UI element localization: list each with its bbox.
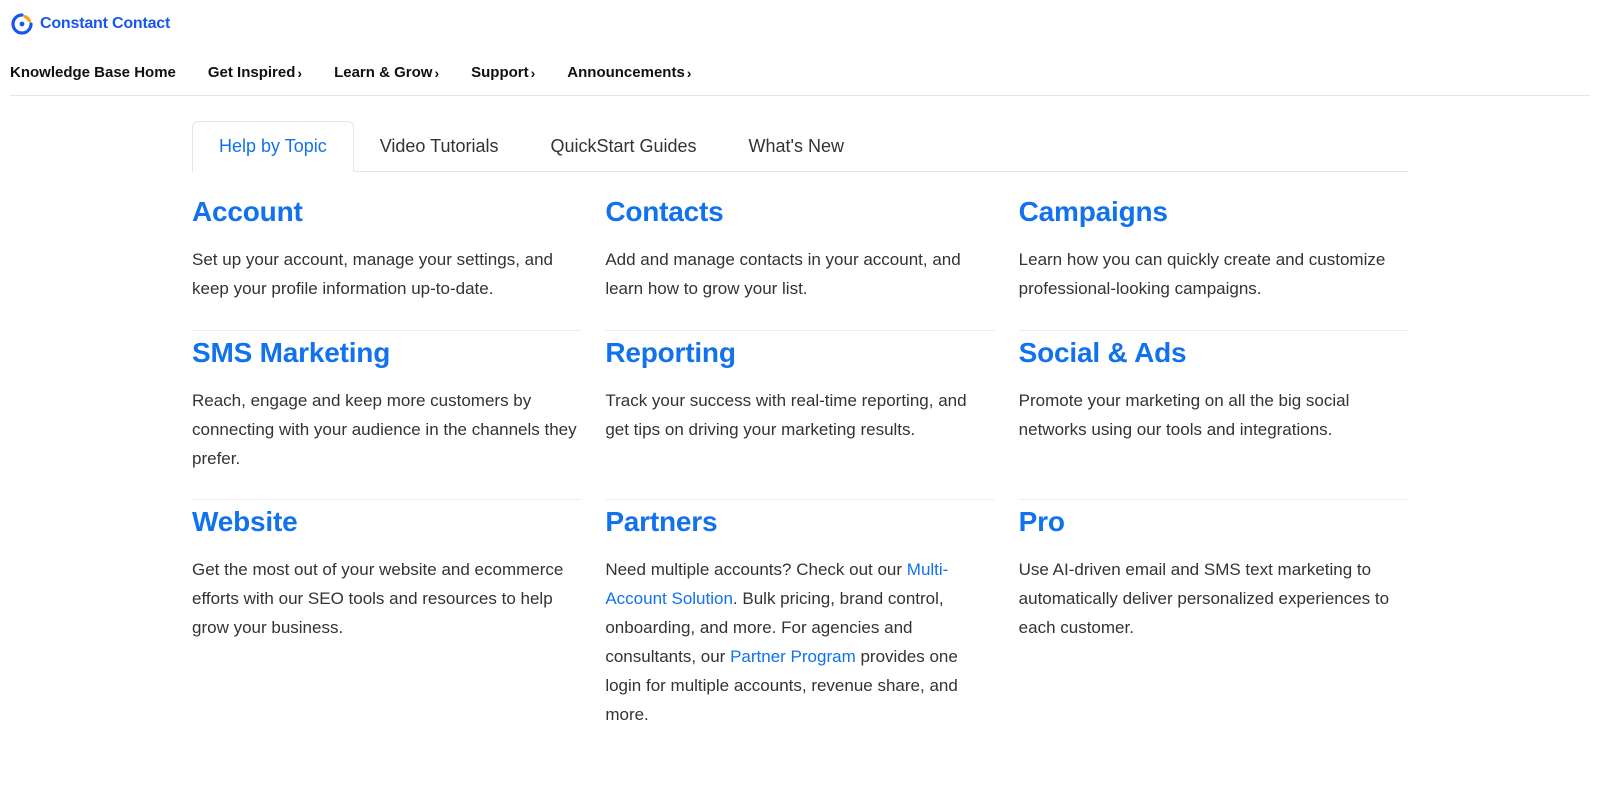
nav-label: Knowledge Base Home bbox=[10, 64, 176, 81]
topic-title[interactable]: SMS Marketing bbox=[192, 337, 581, 369]
content-tabs: Help by Topic Video Tutorials QuickStart… bbox=[192, 120, 1408, 172]
brand-logo[interactable]: Constant Contact bbox=[10, 12, 1590, 36]
topic-description: Use AI-driven email and SMS text marketi… bbox=[1019, 556, 1408, 643]
tab-video-tutorials[interactable]: Video Tutorials bbox=[354, 122, 525, 171]
nav-announcements[interactable]: Announcements › bbox=[567, 64, 691, 81]
topic-campaigns: Campaigns Learn how you can quickly crea… bbox=[1019, 190, 1408, 331]
tab-label: Video Tutorials bbox=[380, 136, 499, 156]
nav-get-inspired[interactable]: Get Inspired › bbox=[208, 64, 302, 81]
topic-pro: Pro Use AI-driven email and SMS text mar… bbox=[1019, 500, 1408, 755]
topic-account: Account Set up your account, manage your… bbox=[192, 190, 581, 331]
topic-description: Set up your account, manage your setting… bbox=[192, 246, 581, 304]
topic-description: Learn how you can quickly create and cus… bbox=[1019, 246, 1408, 304]
chevron-right-icon: › bbox=[687, 65, 692, 81]
topic-title[interactable]: Contacts bbox=[605, 196, 994, 228]
nav-label: Support bbox=[471, 64, 529, 81]
topic-description: Track your success with real-time report… bbox=[605, 387, 994, 445]
topic-sms-marketing: SMS Marketing Reach, engage and keep mor… bbox=[192, 331, 581, 501]
header: Constant Contact Knowledge Base Home Get… bbox=[0, 0, 1600, 106]
topic-description: Get the most out of your website and eco… bbox=[192, 556, 581, 643]
nav-label: Announcements bbox=[567, 64, 685, 81]
tab-quickstart-guides[interactable]: QuickStart Guides bbox=[524, 122, 722, 171]
topic-title[interactable]: Reporting bbox=[605, 337, 994, 369]
topic-website: Website Get the most out of your website… bbox=[192, 500, 581, 755]
topic-description: Promote your marketing on all the big so… bbox=[1019, 387, 1408, 445]
topic-title[interactable]: Account bbox=[192, 196, 581, 228]
brand-name: Constant Contact bbox=[40, 15, 170, 33]
link-partner-program[interactable]: Partner Program bbox=[730, 647, 856, 666]
nav-label: Learn & Grow bbox=[334, 64, 432, 81]
topic-description: Add and manage contacts in your account,… bbox=[605, 246, 994, 304]
topic-partners: Partners Need multiple accounts? Check o… bbox=[605, 500, 994, 755]
chevron-right-icon: › bbox=[531, 65, 536, 81]
topic-title[interactable]: Partners bbox=[605, 506, 994, 538]
nav-label: Get Inspired bbox=[208, 64, 296, 81]
topic-title[interactable]: Campaigns bbox=[1019, 196, 1408, 228]
chevron-right-icon: › bbox=[434, 65, 439, 81]
chevron-right-icon: › bbox=[297, 65, 302, 81]
topic-contacts: Contacts Add and manage contacts in your… bbox=[605, 190, 994, 331]
tab-label: QuickStart Guides bbox=[550, 136, 696, 156]
topic-description: Reach, engage and keep more customers by… bbox=[192, 387, 581, 474]
nav-knowledge-base-home[interactable]: Knowledge Base Home bbox=[10, 64, 176, 81]
topic-title[interactable]: Website bbox=[192, 506, 581, 538]
topic-desc-text: Need multiple accounts? Check out our bbox=[605, 560, 906, 579]
main-content: Help by Topic Video Tutorials QuickStart… bbox=[176, 120, 1424, 756]
topic-title[interactable]: Social & Ads bbox=[1019, 337, 1408, 369]
topic-reporting: Reporting Track your success with real-t… bbox=[605, 331, 994, 501]
help-topics-grid: Account Set up your account, manage your… bbox=[192, 190, 1408, 756]
topic-description: Need multiple accounts? Check out our Mu… bbox=[605, 556, 994, 729]
tab-label: Help by Topic bbox=[219, 136, 327, 156]
tab-whats-new[interactable]: What's New bbox=[723, 122, 870, 171]
tab-label: What's New bbox=[749, 136, 844, 156]
nav-learn-and-grow[interactable]: Learn & Grow › bbox=[334, 64, 439, 81]
topic-social-and-ads: Social & Ads Promote your marketing on a… bbox=[1019, 331, 1408, 501]
primary-nav: Knowledge Base Home Get Inspired › Learn… bbox=[10, 64, 1590, 96]
nav-support[interactable]: Support › bbox=[471, 64, 535, 81]
brand-logo-icon bbox=[10, 12, 34, 36]
topic-title[interactable]: Pro bbox=[1019, 506, 1408, 538]
tab-help-by-topic[interactable]: Help by Topic bbox=[192, 121, 354, 172]
